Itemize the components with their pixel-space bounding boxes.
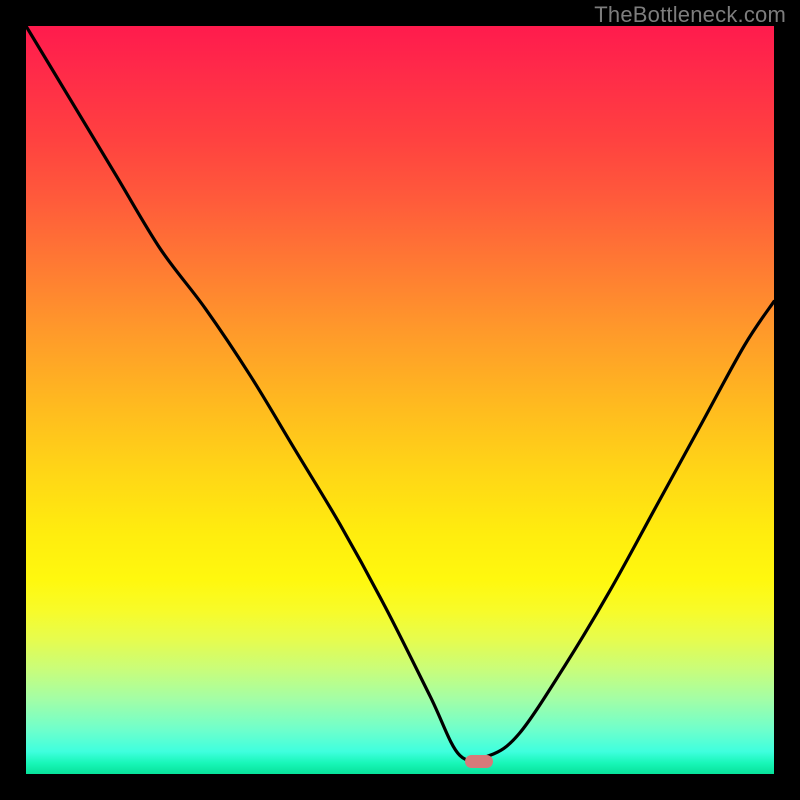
plot-area — [26, 26, 774, 774]
chart-frame: TheBottleneck.com — [0, 0, 800, 800]
watermark-text: TheBottleneck.com — [594, 2, 786, 28]
optimum-marker — [465, 755, 493, 768]
bottleneck-curve — [26, 26, 774, 774]
